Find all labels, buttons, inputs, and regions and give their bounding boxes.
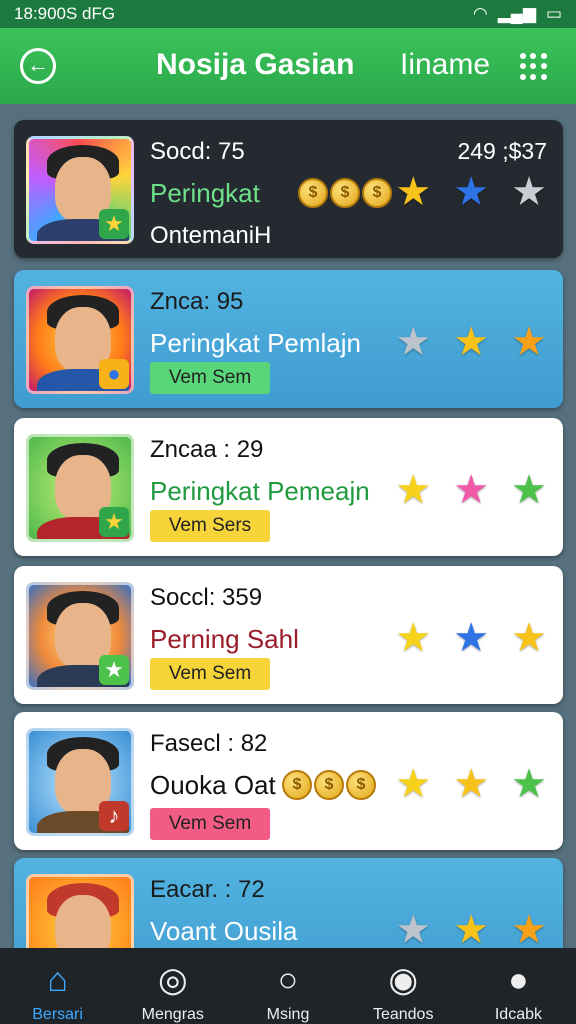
search-icon: ○ bbox=[277, 961, 299, 999]
view-button[interactable]: Vem Sers bbox=[150, 510, 270, 542]
header-secondary-title[interactable]: Iiname bbox=[400, 48, 490, 82]
view-button[interactable]: Vem Sem bbox=[150, 362, 270, 394]
back-button[interactable]: ← bbox=[20, 48, 56, 84]
guitar-icon: ♪ bbox=[99, 801, 129, 831]
star-icon: ★ bbox=[511, 468, 547, 512]
player-card[interactable]: ★ Soccl: 359 Perning Sahl Vem Sem ★ ★ ★ bbox=[14, 566, 563, 704]
status-time: 18:900S dFG bbox=[14, 4, 116, 23]
star-rating: ★ ★ ★ bbox=[395, 910, 547, 948]
star-rating: ★ ★ ★ bbox=[395, 172, 547, 212]
star-badge-icon: ★ bbox=[99, 507, 129, 537]
profile-icon: ● bbox=[508, 961, 529, 999]
coin-icon: $ bbox=[346, 770, 376, 800]
status-bar: 18:900S dFG ◠ ▂▄▆ ▭ bbox=[0, 0, 576, 28]
player-score: Socd: 75 bbox=[150, 138, 245, 165]
player-status: OntemaniH bbox=[150, 222, 272, 249]
compass-icon: ◎ bbox=[157, 961, 188, 999]
player-avatar: ★ bbox=[26, 136, 134, 244]
star-icon: ★ bbox=[395, 320, 432, 364]
player-score: Soccl: 359 bbox=[150, 584, 263, 611]
bottom-navigation: ⌂ Bersari ◎ Mengras ○ Msing ◉ Teandos ● … bbox=[0, 948, 576, 1024]
player-avatar bbox=[26, 874, 134, 948]
coin-icon: $ bbox=[362, 178, 392, 208]
star-icon: ★ bbox=[511, 762, 547, 806]
wifi-icon: ◠ bbox=[472, 4, 488, 23]
star-icon: ★ bbox=[453, 762, 490, 806]
player-score: Zncaa : 29 bbox=[150, 436, 264, 463]
player-score: Eacar. : 72 bbox=[150, 876, 265, 903]
star-icon: ★ bbox=[453, 616, 490, 660]
player-score: Znca: 95 bbox=[150, 288, 244, 315]
coin-icon: $ bbox=[282, 770, 312, 800]
signal-icon: ▂▄▆ bbox=[497, 4, 536, 23]
coin-total: 249 ;$37 bbox=[457, 138, 547, 164]
star-rating: ★ ★ ★ bbox=[395, 470, 547, 510]
nav-item-mengras[interactable]: ◎ Mengras bbox=[115, 948, 230, 1024]
status-icons: ◠ ▂▄▆ ▭ bbox=[473, 4, 562, 24]
star-icon: ★ bbox=[511, 908, 547, 948]
view-button[interactable]: Vem Sem bbox=[150, 658, 270, 690]
star-badge-icon: ★ bbox=[99, 209, 129, 239]
player-avatar: ● bbox=[26, 286, 134, 394]
more-options-icon[interactable] bbox=[520, 53, 548, 81]
star-badge-icon: ★ bbox=[99, 655, 129, 685]
page-title: Nosija Gasian bbox=[156, 48, 355, 81]
player-rank-label: Voant Ousila bbox=[150, 916, 298, 946]
nav-item-teandos[interactable]: ◉ Teandos bbox=[346, 948, 461, 1024]
coin-icon: $ bbox=[298, 178, 328, 208]
app-bar: ← Nosija Gasian Iiname bbox=[0, 28, 576, 104]
nav-label: Mengras bbox=[141, 1006, 204, 1023]
player-card[interactable]: ★ Socd: 75 Peringkat $ $ $ OntemaniH 249… bbox=[14, 120, 563, 258]
coin-row: $ $ $ bbox=[282, 770, 376, 800]
player-rank-label: Ouoka Oat bbox=[150, 770, 276, 800]
nav-item-msing[interactable]: ○ Msing bbox=[230, 948, 345, 1024]
player-rank-label: Peringkat bbox=[150, 178, 260, 208]
trophy-icon: ◉ bbox=[388, 961, 419, 999]
nav-label: Teandos bbox=[372, 1006, 434, 1023]
player-card[interactable]: ♪ Fasecl : 82 Ouoka Oat $ $ $ Vem Sem ★ … bbox=[14, 712, 563, 850]
star-rating: ★ ★ ★ bbox=[395, 764, 547, 804]
player-avatar: ★ bbox=[26, 434, 134, 542]
player-card[interactable]: ★ Zncaa : 29 Peringkat Pemeajn Vem Sers … bbox=[14, 418, 563, 556]
player-score: Fasecl : 82 bbox=[150, 730, 268, 757]
player-rank-label: Peringkat Pemeajn bbox=[150, 476, 370, 506]
nav-label: Bersari bbox=[32, 1006, 83, 1023]
nav-label: Msing bbox=[266, 1006, 310, 1023]
view-button[interactable]: Vem Sem bbox=[150, 808, 270, 840]
star-icon: ★ bbox=[395, 468, 432, 512]
home-icon: ⌂ bbox=[47, 961, 68, 999]
player-avatar: ★ bbox=[26, 582, 134, 690]
star-icon: ★ bbox=[395, 762, 432, 806]
coin-row: $ $ $ bbox=[298, 178, 392, 208]
star-icon: ★ bbox=[395, 170, 432, 214]
star-rating: ★ ★ ★ bbox=[395, 322, 547, 362]
star-icon: ★ bbox=[453, 170, 490, 214]
nav-item-bersari[interactable]: ⌂ Bersari bbox=[0, 948, 115, 1024]
star-icon: ★ bbox=[453, 468, 490, 512]
nav-label: Idcabk bbox=[494, 1006, 542, 1023]
player-rank-label: Peringkat Pemlajn bbox=[150, 328, 361, 358]
player-rank-label: Perning Sahl bbox=[150, 624, 299, 654]
player-card[interactable]: Eacar. : 72 Voant Ousila ★ ★ ★ bbox=[14, 858, 563, 948]
star-icon: ★ bbox=[511, 170, 547, 214]
star-icon: ★ bbox=[453, 320, 490, 364]
star-icon: ★ bbox=[511, 616, 547, 660]
coin-icon: $ bbox=[330, 178, 360, 208]
player-card[interactable]: ● Znca: 95 Peringkat Pemlajn Vem Sem ★ ★… bbox=[14, 270, 563, 408]
star-icon: ★ bbox=[511, 320, 547, 364]
sun-badge-icon: ● bbox=[99, 359, 129, 389]
coin-icon: $ bbox=[314, 770, 344, 800]
star-rating: ★ ★ ★ bbox=[395, 618, 547, 658]
nav-item-idcabk[interactable]: ● Idcabk bbox=[461, 948, 576, 1024]
star-icon: ★ bbox=[453, 908, 490, 948]
player-avatar: ♪ bbox=[26, 728, 134, 836]
star-icon: ★ bbox=[395, 908, 432, 948]
leaderboard-list[interactable]: ★ Socd: 75 Peringkat $ $ $ OntemaniH 249… bbox=[0, 104, 576, 948]
star-icon: ★ bbox=[395, 616, 432, 660]
battery-icon: ▭ bbox=[545, 4, 562, 23]
